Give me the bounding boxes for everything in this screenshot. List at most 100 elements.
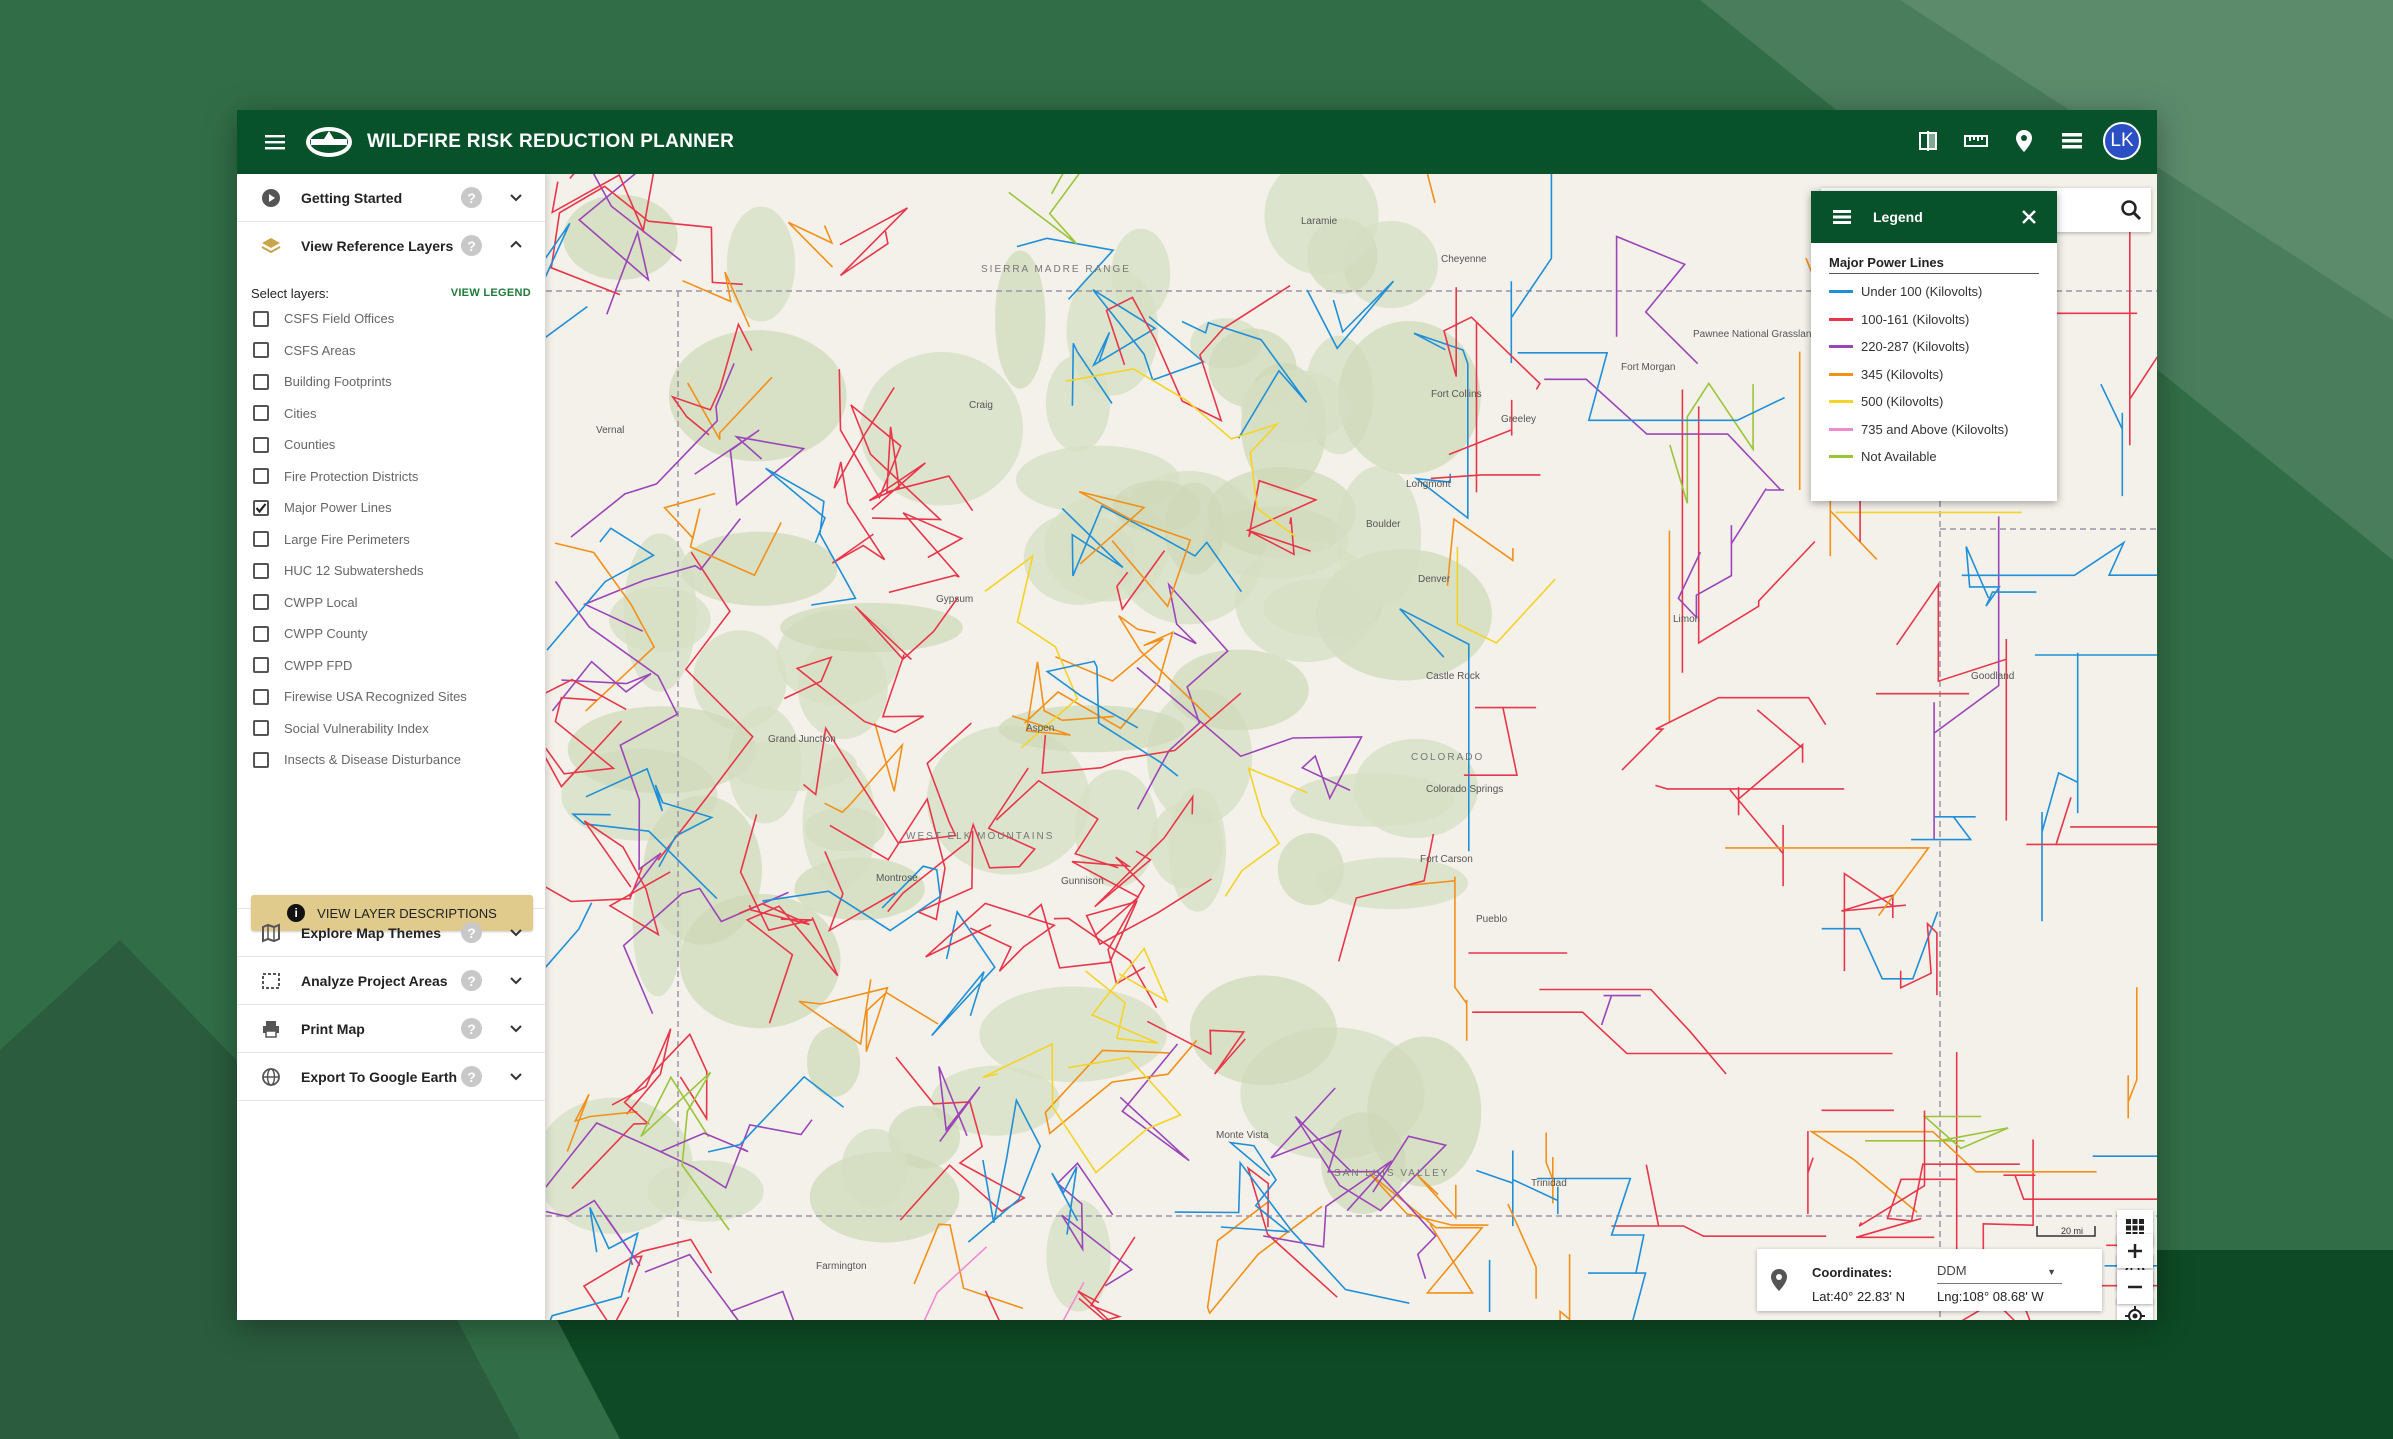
compare-icon[interactable] bbox=[1911, 122, 1945, 160]
layer-checkbox[interactable] bbox=[253, 688, 269, 705]
map-pin-icon[interactable] bbox=[2007, 122, 2041, 160]
layer-checkbox[interactable] bbox=[253, 499, 269, 516]
layer-checkbox[interactable] bbox=[253, 436, 269, 453]
chevron-down-icon[interactable] bbox=[507, 923, 525, 941]
power-line bbox=[1510, 174, 1553, 364]
legend-swatch bbox=[1829, 345, 1853, 349]
chevron-up-icon[interactable] bbox=[507, 236, 525, 254]
layer-item[interactable]: CWPP Local bbox=[251, 587, 531, 619]
legend-label: 100-161 (Kilovolts) bbox=[1861, 311, 1970, 327]
chevron-down-icon[interactable] bbox=[507, 1067, 525, 1085]
zoom-out-button[interactable] bbox=[2117, 1270, 2153, 1304]
legend-panel: Legend Major Power Lines Under 100 (Kilo… bbox=[1811, 191, 2057, 501]
map-icon bbox=[259, 921, 283, 945]
legend-item: Not Available bbox=[1829, 443, 2057, 471]
layer-item[interactable]: Building Footprints bbox=[251, 366, 531, 398]
legend-label: 500 (Kilovolts) bbox=[1861, 394, 1944, 410]
layer-checkbox[interactable] bbox=[253, 373, 269, 390]
layers-list-icon[interactable] bbox=[2055, 122, 2089, 160]
layer-item[interactable]: Firewise USA Recognized Sites bbox=[251, 681, 531, 713]
layer-item[interactable]: Cities bbox=[251, 398, 531, 430]
layer-checkbox[interactable] bbox=[253, 625, 269, 642]
power-line bbox=[1539, 988, 1727, 1075]
map-place-label: Farmington bbox=[816, 1261, 867, 1272]
layer-checkbox[interactable] bbox=[253, 562, 269, 579]
accordion-explore-map-themes[interactable]: Explore Map Themes ? bbox=[237, 909, 545, 957]
map-place-label: Aspen bbox=[1026, 723, 1055, 734]
layer-label: Fire Protection Districts bbox=[284, 468, 419, 484]
terrain-patch bbox=[860, 351, 1024, 506]
legend-item: 345 (Kilovolts) bbox=[1829, 361, 2057, 389]
help-icon[interactable]: ? bbox=[461, 235, 482, 256]
search-icon[interactable] bbox=[2119, 198, 2143, 222]
close-icon[interactable] bbox=[2019, 207, 2039, 227]
map-view[interactable]: Cheyenne Laramie Fort Collins Greeley Boulde… bbox=[546, 174, 2157, 1320]
legend-label: 220-287 (Kilovolts) bbox=[1861, 339, 1970, 355]
zoom-in-button[interactable] bbox=[2117, 1234, 2153, 1268]
map-place-label: Goodland bbox=[1971, 671, 2015, 682]
help-icon[interactable]: ? bbox=[461, 1018, 482, 1039]
layer-label: CWPP FPD bbox=[284, 657, 353, 673]
help-icon[interactable]: ? bbox=[461, 187, 482, 208]
location-pin-icon bbox=[1771, 1269, 1787, 1291]
coordinate-format-select[interactable]: DDM ▼ bbox=[1937, 1263, 2062, 1284]
help-icon[interactable]: ? bbox=[461, 1066, 482, 1087]
view-legend-link[interactable]: VIEW LEGEND bbox=[451, 287, 531, 299]
layer-label: Firewise USA Recognized Sites bbox=[284, 689, 467, 705]
layer-checkbox[interactable] bbox=[253, 310, 269, 327]
power-line bbox=[1965, 546, 2037, 607]
chevron-down-icon[interactable] bbox=[507, 188, 525, 206]
legend-item: 100-161 (Kilovolts) bbox=[1829, 306, 2057, 334]
layer-checkbox[interactable] bbox=[253, 594, 269, 611]
map-place-label: Fort Morgan bbox=[1621, 362, 1676, 373]
map-place-label: Trinidad bbox=[1531, 1178, 1567, 1189]
layer-item[interactable]: CSFS Areas bbox=[251, 335, 531, 367]
help-icon[interactable]: ? bbox=[461, 922, 482, 943]
power-line bbox=[1545, 1132, 1554, 1204]
coordinate-format-value: DDM bbox=[1937, 1263, 1967, 1278]
map-place-label: COLORADO bbox=[1411, 752, 1485, 763]
power-line bbox=[1899, 921, 1938, 996]
map-place-label: Craig bbox=[969, 400, 993, 411]
power-line bbox=[1008, 174, 1080, 245]
layer-item[interactable]: Major Power Lines bbox=[251, 492, 531, 524]
power-line bbox=[1677, 488, 1767, 620]
layer-checkbox[interactable] bbox=[253, 531, 269, 548]
power-line bbox=[888, 512, 964, 594]
layer-item[interactable]: CWPP County bbox=[251, 618, 531, 650]
accordion-export-google-earth[interactable]: Export To Google Earth ? bbox=[237, 1053, 545, 1101]
layer-label: Social Vulnerability Index bbox=[284, 720, 429, 736]
terrain-patch bbox=[726, 206, 796, 322]
layer-checkbox[interactable] bbox=[253, 720, 269, 737]
scale-label: 20 mi bbox=[2061, 1226, 2084, 1236]
layer-item[interactable]: Social Vulnerability Index bbox=[251, 713, 531, 745]
map-place-label: Fort Collins bbox=[1431, 389, 1482, 400]
accordion-view-reference-layers[interactable]: View Reference Layers ? bbox=[237, 222, 545, 269]
layer-item[interactable]: CWPP FPD bbox=[251, 650, 531, 682]
layer-item[interactable]: CSFS Field Offices bbox=[251, 303, 531, 335]
layer-checkbox[interactable] bbox=[253, 342, 269, 359]
layer-item[interactable]: Large Fire Perimeters bbox=[251, 524, 531, 556]
layer-label: Building Footprints bbox=[284, 374, 392, 390]
accordion-analyze-project-areas[interactable]: Analyze Project Areas ? bbox=[237, 957, 545, 1005]
layer-item[interactable]: HUC 12 Subwatersheds bbox=[251, 555, 531, 587]
layer-checkbox[interactable] bbox=[253, 657, 269, 674]
layer-checkbox[interactable] bbox=[253, 751, 269, 768]
help-icon[interactable]: ? bbox=[461, 970, 482, 991]
chevron-down-icon[interactable] bbox=[507, 971, 525, 989]
layer-item[interactable]: Insects & Disease Disturbance bbox=[251, 744, 531, 776]
layer-item[interactable]: Fire Protection Districts bbox=[251, 461, 531, 493]
chevron-down-icon[interactable] bbox=[507, 1019, 525, 1037]
layer-checkbox[interactable] bbox=[253, 405, 269, 422]
accordion-label: Analyze Project Areas bbox=[301, 972, 448, 989]
map-place-label: Monte Vista bbox=[1216, 1130, 1269, 1141]
user-avatar[interactable]: LK bbox=[2103, 122, 2141, 160]
csfs-logo bbox=[305, 126, 353, 158]
layer-label: CWPP County bbox=[284, 626, 368, 642]
ruler-icon[interactable] bbox=[1959, 122, 1993, 160]
hamburger-menu-icon[interactable] bbox=[257, 124, 293, 160]
layer-item[interactable]: Counties bbox=[251, 429, 531, 461]
accordion-getting-started[interactable]: Getting Started ? bbox=[237, 174, 545, 222]
accordion-print-map[interactable]: Print Map ? bbox=[237, 1005, 545, 1053]
layer-checkbox[interactable] bbox=[253, 468, 269, 485]
